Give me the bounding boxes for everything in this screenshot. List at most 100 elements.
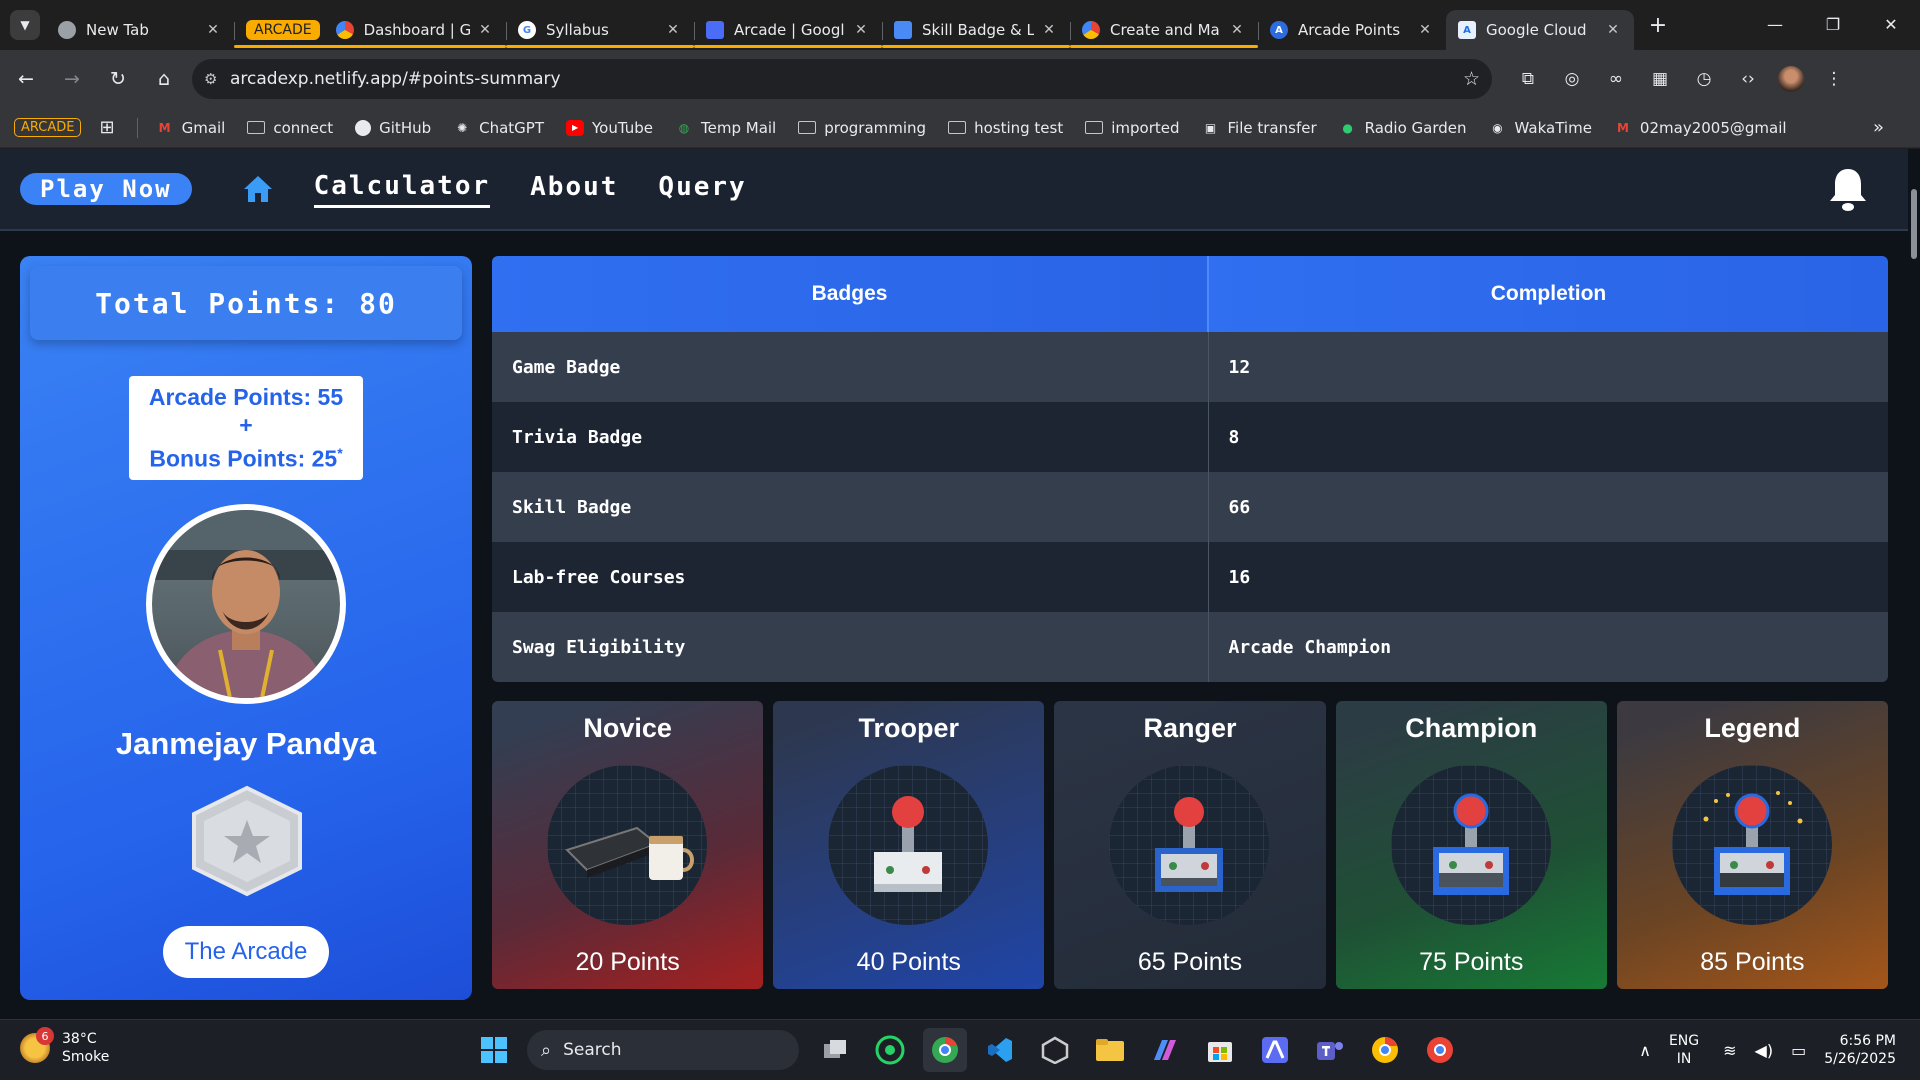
forward-button[interactable]: →: [52, 59, 92, 99]
play-now-button[interactable]: Play Now: [20, 173, 192, 205]
the-arcade-button[interactable]: The Arcade: [163, 926, 329, 978]
tab-google-cloud[interactable]: A Google Cloud ✕: [1446, 10, 1634, 50]
task-view-button[interactable]: [813, 1028, 857, 1072]
bookmark-label: hosting test: [974, 118, 1064, 137]
tier-image: [547, 765, 707, 925]
close-icon[interactable]: ✕: [852, 22, 870, 38]
taskbar-search[interactable]: ⌕ Search: [527, 1030, 799, 1070]
whatsapp-button[interactable]: [868, 1028, 912, 1072]
search-icon: ⌕: [541, 1039, 552, 1061]
bookmark-hosting-test[interactable]: hosting test: [948, 119, 1063, 137]
ms-store-button[interactable]: [1198, 1028, 1242, 1072]
apps-grid-icon[interactable]: ⊞: [99, 117, 114, 138]
wifi-icon[interactable]: ≋: [1723, 1041, 1736, 1060]
table-row: Skill Badge 66: [492, 472, 1888, 542]
profile-avatar[interactable]: [1778, 66, 1804, 92]
taskbar-apps: ⌕ Search: [472, 1028, 1473, 1072]
bookmark-connect[interactable]: connect: [247, 119, 333, 137]
bookmark-star-icon[interactable]: ☆: [1463, 68, 1480, 90]
bookmark-file-transfer[interactable]: ▣ File transfer: [1202, 119, 1317, 137]
tier-image: [1390, 765, 1551, 925]
clock-date: 5/26/2025: [1824, 1051, 1896, 1067]
bookmark-gmail[interactable]: M Gmail: [156, 119, 226, 137]
new-tab-button[interactable]: +: [1640, 7, 1676, 43]
tab-arcade-google[interactable]: Arcade | Googl ✕: [694, 10, 882, 50]
close-icon[interactable]: ✕: [476, 22, 494, 38]
battery-icon[interactable]: ▭: [1791, 1041, 1806, 1060]
reload-button[interactable]: ↻: [98, 59, 138, 99]
copilot-button[interactable]: [1143, 1028, 1187, 1072]
bookmark-wakatime[interactable]: ◉ WakaTime: [1489, 119, 1592, 137]
tier-points: 40 Points: [856, 948, 961, 976]
back-button[interactable]: ←: [6, 59, 46, 99]
screenshot-icon[interactable]: ◎: [1550, 59, 1594, 99]
code-icon[interactable]: ‹›: [1726, 59, 1770, 99]
restore-icon[interactable]: ❐: [1804, 0, 1862, 48]
url-text[interactable]: arcadexp.netlify.app/#points-summary: [230, 69, 1463, 89]
bookmark-imported[interactable]: imported: [1085, 119, 1180, 137]
bookmark-programming[interactable]: programming: [798, 119, 926, 137]
chrome-profile-button[interactable]: [1363, 1028, 1407, 1072]
tab-dashboard[interactable]: ARCADE Dashboard | Gc ✕: [234, 10, 506, 50]
vscode-button[interactable]: [978, 1028, 1022, 1072]
site-info-icon[interactable]: ⚙: [204, 70, 230, 88]
close-icon[interactable]: ✕: [664, 22, 682, 38]
page-scrollbar[interactable]: [1908, 149, 1920, 1019]
nav-calculator[interactable]: Calculator: [313, 171, 491, 208]
tab-search-button[interactable]: ▼: [10, 10, 40, 40]
chrome-button[interactable]: [923, 1028, 967, 1072]
bookmark-chatgpt[interactable]: ✺ ChatGPT: [453, 119, 544, 137]
start-button[interactable]: [472, 1028, 516, 1072]
file-explorer-button[interactable]: [1088, 1028, 1132, 1072]
history-icon[interactable]: ◷: [1682, 59, 1726, 99]
close-window-icon[interactable]: ✕: [1862, 0, 1920, 48]
tab-group-label[interactable]: ARCADE: [246, 20, 320, 40]
nav-about[interactable]: About: [530, 172, 618, 206]
tab-syllabus[interactable]: G Syllabus ✕: [506, 10, 694, 50]
bookmark-gmail-account[interactable]: M 02may2005@gmail: [1614, 119, 1787, 137]
bookmark-group-arcade[interactable]: ARCADE: [14, 118, 82, 137]
chrome-profile-2-button[interactable]: [1418, 1028, 1462, 1072]
home-icon[interactable]: [242, 174, 274, 204]
minimize-icon[interactable]: —: [1746, 0, 1804, 48]
close-icon[interactable]: ✕: [204, 22, 222, 38]
bookmark-temp-mail[interactable]: ◍ Temp Mail: [675, 119, 776, 137]
bookmark-radio-garden[interactable]: ● Radio Garden: [1339, 119, 1466, 137]
weather-widget[interactable]: 6 38°C Smoke: [20, 1027, 109, 1066]
menu-dots-icon[interactable]: ⋮: [1812, 59, 1856, 99]
close-icon[interactable]: ✕: [1040, 22, 1058, 38]
notification-bell-icon[interactable]: [1828, 167, 1868, 213]
reading-list-icon[interactable]: ▦: [1638, 59, 1682, 99]
ai-app-button[interactable]: [1253, 1028, 1297, 1072]
scrollbar-thumb[interactable]: [1911, 189, 1917, 259]
clock[interactable]: 6:56 PM 5/26/2025: [1824, 1032, 1896, 1068]
extensions-icon[interactable]: ⧉: [1506, 59, 1550, 99]
volume-icon[interactable]: ◀): [1755, 1041, 1774, 1060]
youtube-icon: ▶: [566, 119, 585, 136]
close-icon[interactable]: ✕: [1416, 22, 1434, 38]
unity-button[interactable]: [1033, 1028, 1077, 1072]
tab-arcade-points[interactable]: A Arcade Points ✕: [1258, 10, 1446, 50]
teams-button[interactable]: [1308, 1028, 1352, 1072]
bookmark-label: 02may2005@gmail: [1639, 118, 1787, 137]
region-code: IN: [1676, 1051, 1692, 1067]
tray-overflow-icon[interactable]: ∧: [1639, 1041, 1651, 1060]
badge-count: Arcade Champion: [1207, 612, 1888, 682]
tab-skill-badge[interactable]: Skill Badge & L ✕: [882, 10, 1070, 50]
link-icon[interactable]: ∞: [1594, 59, 1638, 99]
tab-create-and-manage[interactable]: Create and Ma ✕: [1070, 10, 1258, 50]
table-header-row: Badges Completion: [492, 256, 1888, 332]
bookmark-youtube[interactable]: ▶ YouTube: [566, 119, 653, 137]
nav-query[interactable]: Query: [658, 172, 746, 206]
more-bookmarks-icon[interactable]: »: [1873, 117, 1884, 138]
address-bar[interactable]: ⚙ arcadexp.netlify.app/#points-summary ☆: [192, 59, 1492, 99]
language-indicator[interactable]: ENG IN: [1669, 1032, 1699, 1068]
tier-image: [1671, 765, 1832, 925]
close-icon[interactable]: ✕: [1604, 22, 1622, 38]
bookmark-github[interactable]: GitHub: [355, 119, 431, 137]
tab-title: Arcade | Googl: [734, 21, 845, 39]
total-points: Total Points: 80: [30, 266, 462, 340]
close-icon[interactable]: ✕: [1228, 22, 1246, 38]
tab-new-tab[interactable]: New Tab ✕: [46, 10, 234, 50]
home-button[interactable]: ⌂: [144, 59, 184, 99]
